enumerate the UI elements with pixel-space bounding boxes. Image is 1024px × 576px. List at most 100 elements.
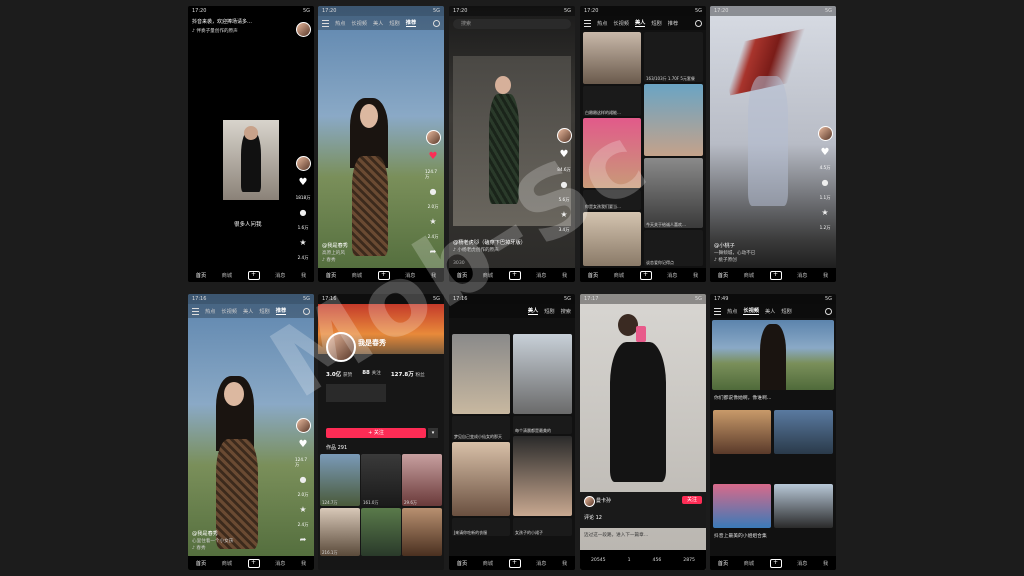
grid-video[interactable]: 216.1万	[320, 508, 360, 556]
grid-video[interactable]: 124.7万	[320, 454, 360, 506]
comment-icon[interactable]: ●	[822, 179, 829, 187]
creator-handle[interactable]: @我是春秀	[192, 531, 292, 538]
menu-icon[interactable]	[322, 19, 329, 27]
share-icon[interactable]: ➦	[300, 536, 307, 544]
tab-hot[interactable]: 热点	[727, 308, 737, 315]
feed-tile[interactable]	[713, 410, 771, 454]
tab-mall[interactable]: 商城	[614, 272, 624, 279]
star-count[interactable]: 456	[653, 558, 662, 563]
feed-tile[interactable]	[583, 118, 641, 188]
heart-icon[interactable]: ♥	[429, 152, 438, 162]
tab-home[interactable]: 首页	[588, 272, 598, 279]
tab-home[interactable]: 首页	[196, 560, 206, 567]
comment-icon[interactable]: ●	[430, 188, 437, 196]
tab-messages[interactable]: 消息	[536, 560, 546, 567]
feed-caption[interactable]: 每个清晨都是最美的	[513, 416, 572, 434]
tab-recommend[interactable]: 推荐	[668, 20, 678, 27]
tab-long[interactable]: 长视频	[613, 20, 629, 27]
creator-handle[interactable]: @我是春秀	[322, 243, 422, 250]
feed-caption[interactable]: 梦见自己变成小仙女的那天	[452, 416, 510, 440]
feed-tile[interactable]	[583, 212, 641, 266]
menu-icon[interactable]	[714, 307, 721, 315]
tab-short[interactable]: 短剧	[544, 308, 554, 315]
create-button[interactable]: +	[769, 270, 782, 280]
heart-icon[interactable]: ♥	[299, 178, 308, 188]
tab-home[interactable]: 首页	[457, 560, 467, 567]
feed-tile[interactable]	[452, 334, 510, 414]
tab-long[interactable]: 长视频	[743, 307, 759, 315]
tab-beauty[interactable]: 美人	[527, 307, 539, 315]
search-button[interactable]: 搜索	[561, 308, 571, 315]
feed-tile[interactable]	[774, 410, 833, 454]
profile-avatar[interactable]	[326, 332, 356, 362]
tab-messages[interactable]: 消息	[405, 272, 415, 279]
tab-mall[interactable]: 商城	[352, 272, 362, 279]
tab-recommend[interactable]: 推荐	[275, 307, 287, 315]
works-tab[interactable]: 作品 291	[326, 444, 347, 451]
tab-beauty[interactable]: 美人	[243, 308, 253, 315]
feed-caption[interactable]: J来请你吃新的衣服	[452, 518, 510, 536]
creator-avatar[interactable]	[295, 418, 311, 433]
heart-icon[interactable]: ♥	[560, 150, 569, 160]
heart-icon[interactable]: ♥	[821, 148, 830, 158]
star-icon[interactable]: ★	[299, 506, 306, 514]
tab-me[interactable]: 我	[301, 272, 306, 279]
feed-tile[interactable]	[644, 84, 703, 156]
feed-tile[interactable]	[583, 32, 641, 84]
tab-me[interactable]: 我	[562, 272, 567, 279]
create-button[interactable]: +	[508, 270, 521, 280]
music-label[interactable]: ♪ 桃子原创	[714, 257, 814, 264]
tab-mall[interactable]: 商城	[744, 560, 754, 567]
avatar[interactable]	[296, 22, 311, 37]
star-icon[interactable]: ★	[429, 218, 436, 226]
music-label[interactable]: ♪ 小杨老虎创作的原声	[453, 247, 571, 254]
share-icon[interactable]: ➦	[430, 248, 437, 256]
comment-count[interactable]: 评论 12	[584, 514, 602, 521]
tab-messages[interactable]: 消息	[797, 272, 807, 279]
tab-me[interactable]: 我	[431, 272, 436, 279]
tab-me[interactable]: 我	[823, 560, 828, 567]
star-icon[interactable]: ★	[821, 209, 828, 217]
tab-hot[interactable]: 热点	[597, 20, 607, 27]
search-input[interactable]: 搜索	[453, 19, 571, 29]
tab-me[interactable]: 我	[693, 272, 698, 279]
tab-mall[interactable]: 商城	[222, 272, 232, 279]
create-button[interactable]: +	[769, 558, 782, 568]
tab-short[interactable]: 短剧	[781, 308, 791, 315]
tab-recommend[interactable]: 推荐	[405, 19, 417, 27]
tab-beauty[interactable]: 美人	[373, 20, 383, 27]
tab-home[interactable]: 首页	[326, 272, 336, 279]
video-thumbnail[interactable]	[223, 120, 279, 200]
tab-home[interactable]: 首页	[718, 272, 728, 279]
music-label[interactable]: ♪ 春秀	[322, 257, 422, 264]
grid-video[interactable]: 29.6万	[402, 454, 442, 506]
tab-mall[interactable]: 商城	[744, 272, 754, 279]
creator-avatar[interactable]	[425, 130, 441, 145]
video-title[interactable]: 你们都说像她啊，像谁啊…	[714, 394, 832, 401]
video-title[interactable]: 抖音上最美的小姐姐合集	[714, 532, 832, 539]
create-button[interactable]: +	[247, 270, 260, 280]
feed-tile[interactable]	[713, 484, 771, 528]
follow-button[interactable]: 关注	[682, 496, 702, 504]
grid-video[interactable]	[361, 508, 401, 556]
comment-icon-count[interactable]: 1	[628, 558, 631, 563]
tab-short[interactable]: 短剧	[651, 20, 661, 27]
grid-video[interactable]	[402, 508, 442, 556]
feed-tile[interactable]: 今天关于给诚人喜欢…	[644, 158, 703, 228]
creator-avatar[interactable]	[556, 128, 572, 143]
tab-me[interactable]: 我	[301, 560, 306, 567]
tab-messages[interactable]: 消息	[797, 560, 807, 567]
comment-icon[interactable]: ●	[300, 209, 307, 217]
heart-count[interactable]: 20545	[591, 558, 606, 563]
feed-tile[interactable]: 你是女孩我们要当…	[583, 190, 641, 210]
feed-tile[interactable]	[774, 484, 833, 528]
tab-hot[interactable]: 热点	[335, 20, 345, 27]
create-button[interactable]: +	[639, 270, 652, 280]
feed-tile[interactable]	[513, 334, 572, 414]
tab-messages[interactable]: 消息	[275, 560, 285, 567]
tab-beauty[interactable]: 美人	[765, 308, 775, 315]
tab-home[interactable]: 首页	[718, 560, 728, 567]
tab-long[interactable]: 长视频	[351, 20, 367, 27]
star-icon[interactable]: ★	[299, 239, 306, 247]
creator-avatar[interactable]	[295, 156, 311, 171]
